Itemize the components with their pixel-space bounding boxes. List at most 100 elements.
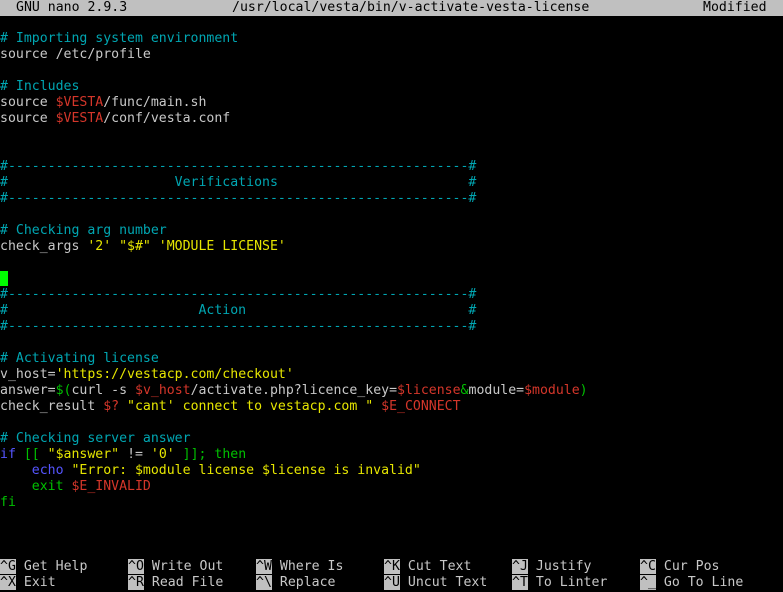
code-token: '0' [150, 447, 175, 462]
shortcut-label: Cut Text [407, 559, 472, 574]
shortcut-key: ^C [640, 559, 656, 574]
code-token: $VESTA [55, 111, 104, 126]
nano-titlebar: GNU nano 2.9.3 /usr/local/vesta/bin/v-ac… [0, 0, 783, 16]
shortcut-label: Replace [279, 575, 336, 590]
code-token: exit [0, 479, 72, 494]
shortcut-cur-pos[interactable]: ^C Cur Pos [640, 559, 719, 575]
shortcut-get-help[interactable]: ^G Get Help [0, 559, 87, 575]
shortcut-key: ^W [256, 559, 272, 574]
code-token: source [0, 111, 56, 126]
shortcut-justify[interactable]: ^J Justify [512, 559, 591, 575]
shortcut-label: Justify [535, 559, 592, 574]
text-cursor [0, 271, 8, 286]
code-token: source /etc/profile [0, 47, 151, 62]
code-line[interactable]: echo "Error: $module license $license is… [0, 463, 783, 479]
file-path: /usr/local/vesta/bin/v-activate-vesta-li… [232, 0, 590, 15]
shortcut-label: Uncut Text [407, 575, 488, 590]
shortcut-key: ^R [128, 575, 144, 590]
code-token: ]]; then [174, 447, 247, 462]
code-token: "$answer" [47, 447, 120, 462]
code-line[interactable]: # Importing system environment [0, 31, 783, 47]
code-line[interactable]: #---------------------------------------… [0, 287, 783, 303]
shortcut-label: Exit [23, 575, 56, 590]
code-token: "cant' connect to vestacp.com " [119, 399, 382, 414]
shortcut-key: ^\ [256, 575, 272, 590]
code-line[interactable]: # Activating license [0, 351, 783, 367]
shortcut-label: Where Is [279, 559, 344, 574]
code-line[interactable]: #---------------------------------------… [0, 159, 783, 175]
code-token: #---------------------------------------… [0, 191, 477, 206]
shortcut-key: ^X [0, 575, 16, 590]
code-token: /func/main.sh [103, 95, 207, 110]
code-token: $v_host [135, 383, 191, 398]
shortcut-row-2: ^X Exit ^R Read File ^\ Replace ^U Uncut Text ^T… [0, 575, 783, 591]
code-token: ) [579, 383, 588, 398]
code-token: #---------------------------------------… [0, 319, 477, 334]
code-line[interactable]: exit $E_INVALID [0, 479, 783, 495]
code-line[interactable]: if [[ "$answer" != '0' ]]; then [0, 447, 783, 463]
code-line[interactable]: source $VESTA/conf/vesta.conf [0, 111, 783, 127]
code-line[interactable]: # Includes [0, 79, 783, 95]
shortcut-label: Go To Line [663, 575, 744, 590]
shortcut-write-out[interactable]: ^O Write Out [128, 559, 223, 575]
shortcut-uncut-text[interactable]: ^U Uncut Text [384, 575, 487, 591]
code-line[interactable]: source /etc/profile [0, 47, 783, 63]
shortcut-label: Write Out [151, 559, 224, 574]
shortcut-exit[interactable]: ^X Exit [0, 575, 56, 591]
code-line[interactable] [0, 127, 783, 143]
shortcut-label: Read File [151, 575, 224, 590]
code-line[interactable] [0, 143, 783, 159]
shortcut-row-1: ^G Get Help ^O Write Out ^W Where Is ^K Cut Tex… [0, 559, 783, 575]
shortcut-key: ^U [384, 575, 400, 590]
code-line[interactable]: # Action # [0, 303, 783, 319]
code-token: /activate.php?licence_key= [190, 383, 398, 398]
code-token: $? [103, 399, 120, 414]
code-line[interactable]: answer=$(curl -s $v_host/activate.php?li… [0, 383, 783, 399]
shortcut-to-linter[interactable]: ^T To Linter [512, 575, 607, 591]
code-line[interactable]: #---------------------------------------… [0, 191, 783, 207]
shortcut-read-file[interactable]: ^R Read File [128, 575, 223, 591]
shortcut-replace[interactable]: ^\ Replace [256, 575, 335, 591]
code-token: $E_INVALID [71, 479, 151, 494]
shortcut-key: ^K [384, 559, 400, 574]
code-line[interactable]: #---------------------------------------… [0, 319, 783, 335]
code-line[interactable] [0, 207, 783, 223]
code-line[interactable]: # Verifications # [0, 175, 783, 191]
code-token: echo [31, 463, 64, 478]
code-line[interactable]: # Checking server answer [0, 431, 783, 447]
code-token: #---------------------------------------… [0, 159, 477, 174]
shortcut-where-is[interactable]: ^W Where Is [256, 559, 343, 575]
code-line[interactable]: # Checking arg number [0, 223, 783, 239]
code-line[interactable] [0, 415, 783, 431]
code-token: $( [55, 383, 72, 398]
code-token: "Error: $module license $license is inva… [63, 463, 421, 478]
code-line[interactable] [0, 335, 783, 351]
app-version: GNU nano 2.9.3 [16, 0, 128, 15]
code-line[interactable]: fi [0, 495, 783, 511]
code-token: # Verifications # [0, 175, 477, 190]
code-token: # Importing system environment [0, 31, 239, 46]
code-line[interactable]: check_args '2' "$#" 'MODULE LICENSE' [0, 239, 783, 255]
code-token: # Includes [0, 79, 80, 94]
code-token: # Activating license [0, 351, 159, 366]
shortcut-cut-text[interactable]: ^K Cut Text [384, 559, 471, 575]
code-line[interactable]: v_host='https://vestacp.com/checkout' [0, 367, 783, 383]
code-token: '2' "$#" 'MODULE LICENSE' [87, 239, 286, 254]
code-token: module= [468, 383, 525, 398]
shortcut-go-to-line[interactable]: ^_ Go To Line [640, 575, 743, 591]
code-line[interactable] [0, 271, 783, 287]
code-token: $E_CONNECT [381, 399, 461, 414]
code-token: check_result [0, 399, 104, 414]
code-token: != [119, 447, 151, 462]
code-line[interactable] [0, 63, 783, 79]
code-token: # Checking arg number [0, 223, 167, 238]
code-token: #---------------------------------------… [0, 287, 477, 302]
code-line[interactable] [0, 255, 783, 271]
code-line[interactable]: check_result $? "cant' connect to vestac… [0, 399, 783, 415]
code-line[interactable]: source $VESTA/func/main.sh [0, 95, 783, 111]
code-token: if [0, 447, 16, 462]
code-token: source [0, 95, 56, 110]
editor-buffer[interactable]: # Importing system environment source /et… [0, 31, 783, 511]
shortcut-key: ^G [0, 559, 16, 574]
